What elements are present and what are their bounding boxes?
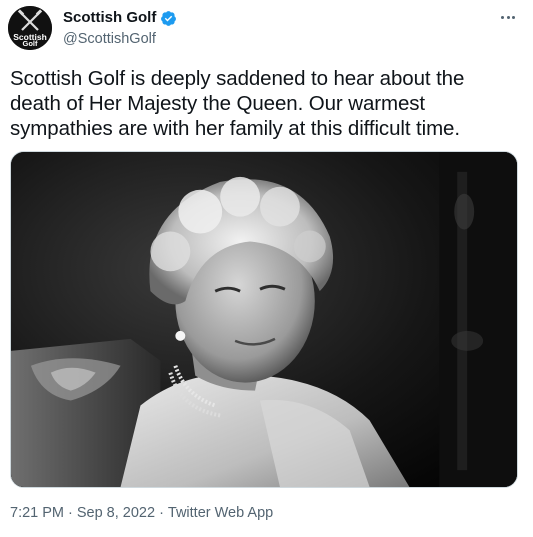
verified-badge-icon (161, 10, 177, 26)
tweet-meta: 7:21 PM · Sep 8, 2022 · Twitter Web App (10, 504, 273, 522)
meta-separator: · (68, 505, 73, 521)
more-dot (506, 15, 510, 19)
handle[interactable]: @ScottishGolf (63, 30, 156, 48)
tweet-source: Twitter Web App (167, 505, 274, 521)
tweet-date[interactable]: Sep 8, 2022 (77, 504, 155, 522)
tweet-card: Scottish Golf Scottish Golf @ScottishGol… (0, 0, 533, 537)
avatar[interactable]: Scottish Golf (8, 6, 52, 50)
tweet-photo[interactable] (10, 151, 518, 488)
avatar-logo-line-2: Golf (22, 39, 38, 48)
more-horizontal-icon (500, 15, 504, 19)
tweet-text: Scottish Golf is deeply saddened to hear… (10, 67, 465, 140)
name-row: Scottish Golf (63, 9, 177, 27)
portrait-photo (11, 152, 517, 487)
more-dot (512, 15, 516, 19)
more-options-button[interactable] (497, 8, 519, 26)
display-name[interactable]: Scottish Golf (63, 9, 156, 27)
tweet-time[interactable]: 7:21 PM (10, 504, 64, 522)
meta-separator: · (159, 505, 164, 521)
